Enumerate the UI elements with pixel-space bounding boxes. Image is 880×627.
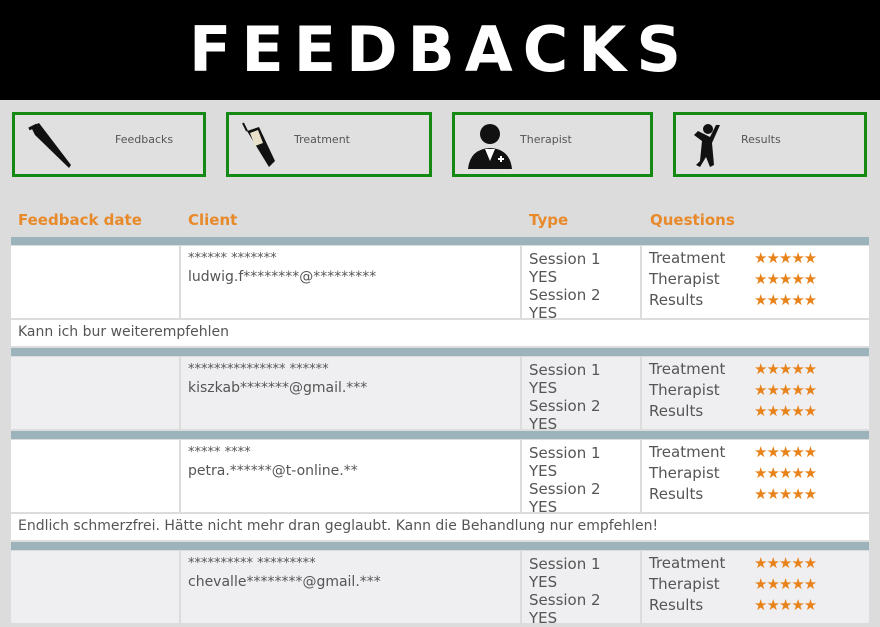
column-header-questions[interactable]: Questions <box>650 211 735 229</box>
client-cell: ***** **** petra.******@t-online.** <box>181 440 520 512</box>
question-label: Results <box>649 485 704 503</box>
star-rating-icon: ★★★★★ <box>754 596 817 614</box>
star-rating-icon: ★★★★★ <box>754 485 817 503</box>
client-email: petra.******@t-online.** <box>188 463 358 479</box>
client-email: kiszkab*******@gmail.*** <box>188 380 368 396</box>
star-rating-icon: ★★★★★ <box>754 381 817 399</box>
session-type: Session 2 YES <box>529 397 601 433</box>
question-label: Results <box>649 402 704 420</box>
session-type: Session 2 YES <box>529 480 601 516</box>
nav-therapist[interactable]: Therapist <box>452 112 653 177</box>
session-type: Session 1 YES <box>529 250 601 286</box>
row-separator <box>11 348 869 356</box>
question-rating: Results ★★★★★ <box>649 290 862 311</box>
questions-cell: Treatment ★★★★★ Therapist ★★★★★ Results ★★★★★ <box>642 440 869 512</box>
nav-feedbacks[interactable]: Feedbacks <box>12 112 206 177</box>
question-rating: Results ★★★★★ <box>649 595 862 616</box>
type-cell: Session 1 YES Session 2 YES <box>522 357 640 433</box>
question-rating: Therapist ★★★★★ <box>649 380 862 401</box>
star-rating-icon: ★★★★★ <box>754 360 817 378</box>
question-label: Therapist <box>649 575 720 593</box>
question-rating: Results ★★★★★ <box>649 401 862 422</box>
person-jumping-icon <box>694 124 720 167</box>
row-separator <box>11 431 869 439</box>
column-header-date[interactable]: Feedback date <box>18 211 142 229</box>
star-rating-icon: ★★★★★ <box>754 554 817 572</box>
question-label: Treatment <box>649 443 726 461</box>
feedback-comment: Kann ich bur weiterempfehlen <box>11 320 869 346</box>
question-label: Therapist <box>649 464 720 482</box>
question-rating: Treatment ★★★★★ <box>649 359 862 380</box>
session-type: Session 1 YES <box>529 444 601 480</box>
questions-cell: Treatment ★★★★★ Therapist ★★★★★ Results ★★★★★ <box>642 551 869 623</box>
type-cell: Session 1 YES Session 2 YES <box>522 246 640 322</box>
question-label: Therapist <box>649 381 720 399</box>
question-label: Treatment <box>649 360 726 378</box>
star-rating-icon: ★★★★★ <box>754 291 817 309</box>
question-rating: Results ★★★★★ <box>649 484 862 505</box>
nav-label: Feedbacks <box>115 133 174 146</box>
feedback-comment: Endlich schmerzfrei. Hätte nicht mehr dr… <box>11 514 869 540</box>
type-cell: Session 1 YES Session 2 YES <box>522 440 640 516</box>
column-header-type[interactable]: Type <box>529 211 568 229</box>
client-cell: ****** ******* ludwig.f********@********* <box>181 246 520 318</box>
doctor-icon <box>468 124 512 169</box>
row-separator <box>11 237 869 245</box>
question-label: Therapist <box>649 270 720 288</box>
session-type: Session 1 YES <box>529 361 601 397</box>
nav-treatment[interactable]: Treatment <box>226 112 432 177</box>
star-rating-icon: ★★★★★ <box>754 575 817 593</box>
nav-label: Results <box>741 133 781 146</box>
question-rating: Therapist ★★★★★ <box>649 574 862 595</box>
client-cell: ********** ********* chevalle********@gma… <box>181 551 520 623</box>
question-rating: Treatment ★★★★★ <box>649 442 862 463</box>
column-header-client[interactable]: Client <box>188 211 237 229</box>
feedback-date-cell <box>11 440 179 512</box>
star-rating-icon: ★★★★★ <box>754 464 817 482</box>
client-name: ***** **** <box>188 445 251 460</box>
question-rating: Therapist ★★★★★ <box>649 463 862 484</box>
star-rating-icon: ★★★★★ <box>754 402 817 420</box>
questions-cell: Treatment ★★★★★ Therapist ★★★★★ Results ★★★★★ <box>642 246 869 318</box>
feedback-date-cell <box>11 246 179 318</box>
question-label: Results <box>649 291 704 309</box>
client-email: chevalle********@gmail.*** <box>188 574 381 590</box>
client-name: ********** ********* <box>188 556 316 571</box>
feedback-date-cell <box>11 551 179 623</box>
session-type: Session 2 YES <box>529 591 601 627</box>
pen-icon <box>28 123 71 168</box>
nav-label: Therapist <box>520 133 572 146</box>
session-type: Session 2 YES <box>529 286 601 322</box>
client-name: ****** ******* <box>188 251 277 266</box>
star-rating-icon: ★★★★★ <box>754 443 817 461</box>
type-cell: Session 1 YES Session 2 YES <box>522 551 640 627</box>
nav-results[interactable]: Results <box>673 112 867 177</box>
question-label: Treatment <box>649 249 726 267</box>
question-rating: Therapist ★★★★★ <box>649 269 862 290</box>
nav-label: Treatment <box>294 133 350 146</box>
question-rating: Treatment ★★★★★ <box>649 248 862 269</box>
row-separator <box>11 542 869 550</box>
question-label: Treatment <box>649 554 726 572</box>
page-title: FEEDBACKS <box>0 0 880 100</box>
star-rating-icon: ★★★★★ <box>754 270 817 288</box>
feedback-date-cell <box>11 357 179 429</box>
client-cell: *************** ****** kiszkab*******@gma… <box>181 357 520 429</box>
questions-cell: Treatment ★★★★★ Therapist ★★★★★ Results ★★★★★ <box>642 357 869 429</box>
client-email: ludwig.f********@********* <box>188 269 377 285</box>
syringe-icon <box>242 122 275 167</box>
session-type: Session 1 YES <box>529 555 601 591</box>
question-label: Results <box>649 596 704 614</box>
star-rating-icon: ★★★★★ <box>754 249 817 267</box>
question-rating: Treatment ★★★★★ <box>649 553 862 574</box>
client-name: *************** ****** <box>188 362 329 377</box>
